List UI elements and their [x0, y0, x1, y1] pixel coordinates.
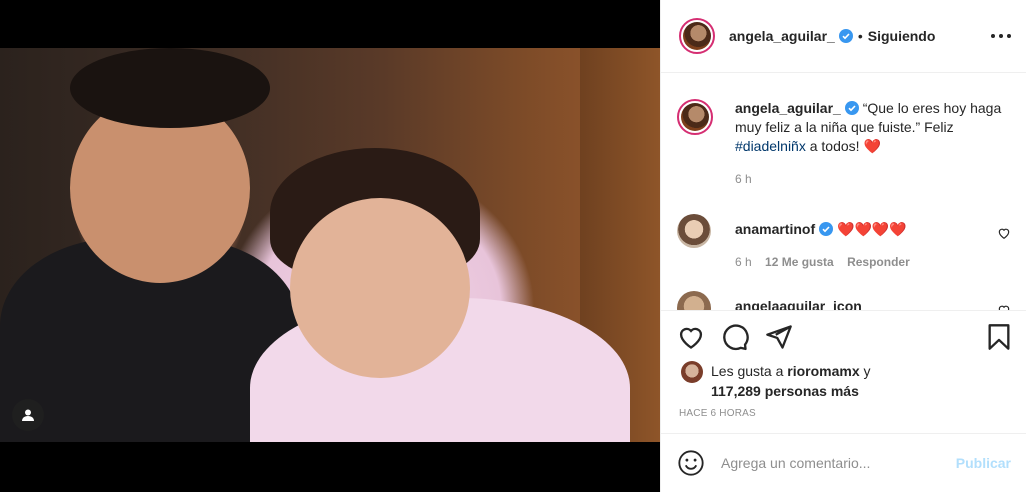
comment-row: angelaaguilar_icon — [677, 291, 1011, 310]
comment-row: anamartinof ❤️❤️❤️❤️ 6 h 12 Me gusta Res… — [677, 214, 1011, 269]
comment-text: angelaaguilar_icon — [735, 291, 1011, 310]
caption-username[interactable]: angela_aguilar_ — [735, 100, 841, 116]
liker-avatar[interactable] — [681, 361, 703, 383]
verified-badge-icon — [838, 29, 853, 43]
comment-body: ❤️❤️❤️❤️ — [837, 221, 907, 237]
comment-username[interactable]: anamartinof — [735, 221, 815, 237]
comment-input[interactable] — [721, 455, 956, 471]
comment-username[interactable]: angelaaguilar_icon — [735, 298, 862, 310]
author-username[interactable]: angela_aguilar_ — [729, 28, 835, 44]
heart-emoji: ❤️ — [863, 138, 881, 154]
caption-hashtag[interactable]: #diadelniñx — [735, 138, 806, 154]
caption-body-2: a todos! — [805, 138, 860, 154]
likes-suffix: y — [859, 363, 871, 379]
caption-time[interactable]: 6 h — [735, 172, 752, 186]
bookmark-icon[interactable] — [985, 323, 1013, 351]
post-timestamp[interactable]: HACE 6 HORAS — [679, 408, 756, 419]
likes-count[interactable]: 117,289 personas más — [711, 383, 859, 399]
commenter-avatar[interactable] — [677, 214, 711, 248]
comment-text: anamartinof ❤️❤️❤️❤️ — [735, 214, 1011, 239]
likes-summary: Les gusta a rioromamx y 117,289 personas… — [681, 361, 1011, 401]
verified-badge-icon — [844, 101, 859, 115]
post-header: angela_aguilar_ • Siguiendo — [661, 0, 1026, 73]
heart-icon[interactable] — [997, 226, 1011, 240]
caption-text: angela_aguilar_ “Que lo eres hoy haga mu… — [735, 99, 1011, 156]
author-avatar[interactable] — [679, 18, 715, 54]
verified-badge-icon — [819, 222, 834, 236]
heart-icon[interactable] — [997, 303, 1011, 310]
caption-meta: 6 h — [735, 172, 1011, 186]
paper-plane-icon[interactable] — [765, 323, 793, 351]
post-side-panel: angela_aguilar_ • Siguiendo angela_aguil… — [660, 0, 1026, 492]
liker-username[interactable]: rioromamx — [787, 363, 859, 379]
heart-icon[interactable] — [677, 323, 705, 351]
header-separator: • — [857, 28, 863, 44]
comment-icon[interactable] — [721, 323, 749, 351]
more-options-icon[interactable] — [991, 26, 1011, 46]
following-button[interactable]: Siguiendo — [868, 28, 936, 44]
comments-list[interactable]: angela_aguilar_ “Que lo eres hoy haga mu… — [661, 73, 1026, 310]
post-media-area — [0, 0, 660, 492]
comment-likes[interactable]: 12 Me gusta — [765, 255, 834, 269]
commenter-avatar[interactable] — [677, 291, 711, 310]
caption-row: angela_aguilar_ “Que lo eres hoy haga mu… — [677, 73, 1011, 186]
comment-meta: 6 h 12 Me gusta Responder — [735, 255, 1011, 269]
post-actions — [661, 310, 1026, 354]
instagram-post-modal: angela_aguilar_ • Siguiendo angela_aguil… — [0, 0, 1026, 492]
smile-icon[interactable] — [677, 449, 705, 477]
user-tag-icon[interactable] — [12, 399, 44, 431]
likes-prefix: Les gusta a — [711, 363, 788, 379]
publish-button[interactable]: Publicar — [956, 455, 1011, 471]
add-comment-bar: Publicar — [661, 433, 1026, 492]
comment-time[interactable]: 6 h — [735, 255, 752, 269]
caption-avatar[interactable] — [677, 99, 713, 135]
post-photo[interactable] — [0, 48, 660, 442]
reply-button[interactable]: Responder — [847, 255, 910, 269]
